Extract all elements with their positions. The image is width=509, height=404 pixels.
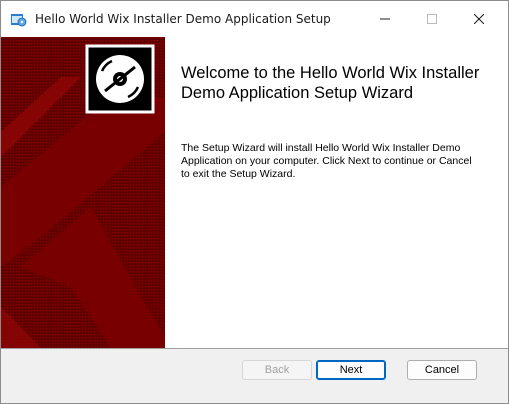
- close-button[interactable]: [456, 1, 502, 37]
- next-button[interactable]: Next: [316, 360, 386, 380]
- cancel-button[interactable]: Cancel: [407, 360, 477, 380]
- maximize-icon: [427, 14, 437, 24]
- wizard-content: Welcome to the Hello World Wix Installer…: [1, 37, 508, 348]
- close-icon: [474, 14, 484, 24]
- wizard-heading: Welcome to the Hello World Wix Installer…: [181, 64, 480, 102]
- window-title: Hello World Wix Installer Demo Applicati…: [35, 12, 331, 26]
- wizard-footer: Back Next Cancel: [1, 349, 508, 403]
- wizard-side-banner: [1, 37, 165, 348]
- setup-window: Hello World Wix Installer Demo Applicati…: [0, 0, 509, 404]
- cd-disc-icon: [96, 55, 144, 103]
- title-bar[interactable]: Hello World Wix Installer Demo Applicati…: [1, 1, 508, 37]
- installer-app-icon: [11, 14, 27, 27]
- minimize-button[interactable]: [362, 1, 408, 37]
- wizard-description: The Setup Wizard will install Hello Worl…: [181, 142, 472, 180]
- back-button[interactable]: Back: [242, 360, 312, 380]
- minimize-icon: [380, 18, 390, 20]
- maximize-button[interactable]: [409, 1, 455, 37]
